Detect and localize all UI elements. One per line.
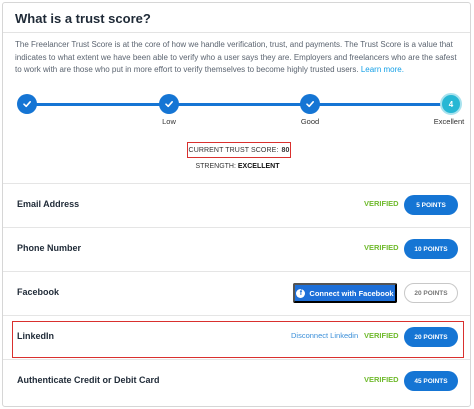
verification-row-email: Email Address VERIFIED 5 POINTS bbox=[3, 183, 470, 227]
row-label: LinkedIn bbox=[17, 331, 55, 341]
points-button[interactable]: 20 POINTS bbox=[404, 327, 458, 347]
current-trust-score: CURRENT TRUST SCORE: 80 bbox=[187, 142, 291, 158]
step-label-low: Low bbox=[162, 117, 176, 126]
points-button[interactable]: 5 POINTS bbox=[404, 195, 458, 215]
disconnect-linkedin-link[interactable]: Disconnect Linkedin bbox=[291, 331, 358, 340]
trust-progress-bar: 4 Low Good Excellent bbox=[3, 87, 470, 127]
strength-value: EXCELLENT bbox=[237, 163, 280, 170]
verified-status: VERIFIED bbox=[364, 331, 399, 340]
points-button[interactable]: 45 POINTS bbox=[404, 371, 458, 391]
step-label-excellent: Excellent bbox=[433, 117, 465, 126]
step-label-good: Good bbox=[300, 117, 320, 126]
progress-track bbox=[25, 103, 450, 106]
connect-facebook-button[interactable]: f Connect with Facebook bbox=[293, 283, 397, 303]
row-label: Email Address bbox=[17, 199, 80, 209]
verified-status: VERIFIED bbox=[364, 243, 399, 252]
verification-row-phone: Phone Number VERIFIED 10 POINTS bbox=[3, 227, 470, 271]
step-4-current: 4 bbox=[440, 93, 462, 115]
check-icon bbox=[23, 101, 31, 108]
verification-row-facebook: Facebook f Connect with Facebook 20 POIN… bbox=[3, 271, 470, 315]
learn-more-link[interactable]: Learn more. bbox=[361, 65, 404, 74]
trust-score-card: What is a trust score? The Freelancer Tr… bbox=[2, 2, 471, 407]
row-label: Authenticate Credit or Debit Card bbox=[17, 375, 160, 385]
points-button[interactable]: 20 POINTS bbox=[404, 283, 458, 303]
strength-indicator: STRENGTH: EXCELLENT bbox=[3, 163, 470, 170]
step-1-check-icon bbox=[17, 94, 37, 114]
row-label: Phone Number bbox=[17, 243, 82, 253]
verified-status: VERIFIED bbox=[364, 375, 399, 384]
step-3-check-icon bbox=[300, 94, 320, 114]
check-icon bbox=[165, 101, 173, 108]
card-header: What is a trust score? bbox=[3, 3, 470, 33]
score-value: 80 bbox=[281, 146, 290, 154]
points-button[interactable]: 10 POINTS bbox=[404, 239, 458, 259]
connect-facebook-label: Connect with Facebook bbox=[309, 288, 394, 298]
step-2-check-icon bbox=[159, 94, 179, 114]
row-label: Facebook bbox=[17, 287, 60, 297]
verification-row-card: Authenticate Credit or Debit Card VERIFI… bbox=[3, 359, 470, 403]
page-title: What is a trust score? bbox=[15, 11, 151, 26]
facebook-icon: f bbox=[296, 288, 306, 298]
strength-label: STRENGTH: bbox=[195, 163, 236, 170]
verified-status: VERIFIED bbox=[364, 199, 399, 208]
check-icon bbox=[306, 101, 314, 108]
score-label: CURRENT TRUST SCORE: bbox=[188, 146, 279, 154]
intro-paragraph: The Freelancer Trust Score is at the cor… bbox=[15, 39, 461, 77]
verification-row-linkedin: LinkedIn Disconnect Linkedin VERIFIED 20… bbox=[3, 315, 470, 359]
